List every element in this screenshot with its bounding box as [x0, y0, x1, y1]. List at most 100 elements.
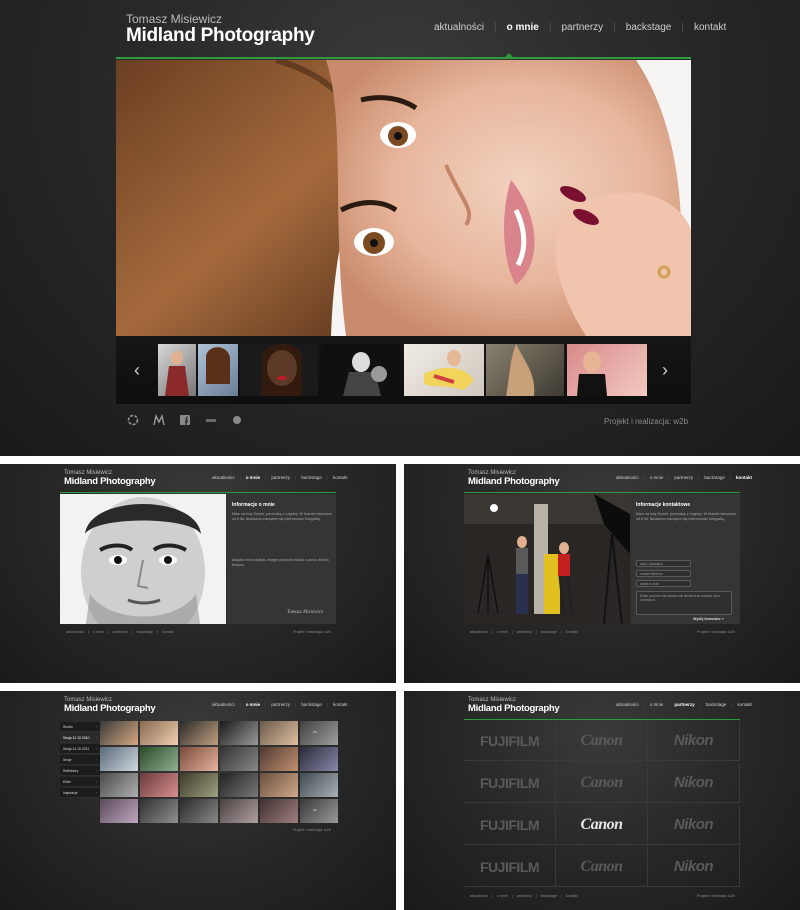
gallery-thumbnail[interactable]	[140, 747, 178, 771]
partner-logo-cell[interactable]: Nikon	[648, 805, 740, 845]
gallery-category-ekler[interactable]: Ekler	[60, 777, 100, 787]
thumbnail-5[interactable]	[404, 344, 484, 396]
gallery-category-studio[interactable]: Studio	[60, 722, 100, 732]
nav-backstage[interactable]: backstage	[704, 475, 725, 480]
partner-logo-cell[interactable]: FUJIFILM	[464, 805, 556, 845]
gallery-category-reflectors[interactable]: Reflektory	[60, 766, 100, 776]
gallery-thumbnail[interactable]	[100, 721, 138, 745]
nav-kontakt[interactable]: kontakt	[333, 475, 348, 480]
gallery-thumbnail[interactable]	[140, 721, 178, 745]
partner-logo-cell[interactable]: Canon	[556, 763, 648, 803]
gallery-category-session-1[interactable]: Sesja 12.10.2010	[60, 733, 100, 743]
nav-backstage[interactable]: backstage	[706, 702, 727, 707]
footer-link[interactable]: backstage	[137, 630, 153, 634]
nav-partnerzy[interactable]: partnerzy	[561, 22, 603, 33]
rss-icon[interactable]	[204, 413, 218, 427]
nav-partnerzy[interactable]: partnerzy	[674, 702, 694, 707]
nav-backstage[interactable]: backstage	[301, 475, 322, 480]
gallery-scroll-down[interactable]: ›	[311, 809, 321, 812]
nav-partnerzy[interactable]: partnerzy	[271, 475, 290, 480]
logo-title[interactable]: Midland Photography	[64, 703, 156, 714]
gallery-thumbnail[interactable]	[300, 773, 338, 797]
footer-link[interactable]: o mnie	[93, 630, 104, 634]
nav-aktualnosci[interactable]: aktualności	[212, 702, 235, 707]
gallery-thumbnail[interactable]	[260, 773, 298, 797]
gallery-thumbnail[interactable]	[140, 773, 178, 797]
name-field[interactable]: imię i nazwisko	[636, 560, 691, 567]
nav-kontakt[interactable]: kontakt	[736, 475, 752, 480]
nav-aktualnosci[interactable]: aktualności	[616, 702, 639, 707]
nav-o-mnie[interactable]: o mnie	[507, 22, 539, 33]
gallery-thumbnail[interactable]	[180, 773, 218, 797]
nav-kontakt[interactable]: kontakt	[333, 702, 348, 707]
nav-o-mnie[interactable]: o mnie	[650, 475, 664, 480]
globe-icon[interactable]	[230, 413, 244, 427]
gallery-thumbnail[interactable]	[220, 747, 258, 771]
partner-logo-cell[interactable]: Canon	[556, 805, 648, 845]
gallery-thumbnail[interactable]	[260, 721, 298, 745]
nav-kontakt[interactable]: kontakt	[694, 22, 726, 33]
gallery-thumbnail[interactable]	[140, 799, 178, 823]
nav-backstage[interactable]: backstage	[301, 702, 322, 707]
footer-link[interactable]: kontakt	[162, 630, 174, 634]
footer-link[interactable]: o mnie	[497, 894, 508, 898]
phone-field[interactable]: numer telefonu	[636, 570, 691, 577]
gallery-thumbnail[interactable]	[260, 747, 298, 771]
partner-logo-cell[interactable]: Nikon	[648, 721, 740, 761]
gallery-category-sessions[interactable]: Sesje	[60, 755, 100, 765]
footer-link[interactable]: kontakt	[566, 894, 578, 898]
partner-logo-cell[interactable]: FUJIFILM	[464, 721, 556, 761]
nav-o-mnie[interactable]: o mnie	[246, 475, 261, 480]
circle-icon[interactable]	[126, 413, 140, 427]
nav-aktualnosci[interactable]: aktualności	[616, 475, 639, 480]
strip-next-arrow[interactable]: ›	[662, 360, 668, 381]
footer-link[interactable]: kontakt	[566, 630, 578, 634]
partner-logo-cell[interactable]: FUJIFILM	[464, 847, 556, 887]
nav-o-mnie[interactable]: o mnie	[246, 702, 261, 707]
logo-title[interactable]: Midland Photography	[468, 476, 560, 487]
gallery-category-session-2[interactable]: Sesja 14.10.2011	[60, 744, 100, 754]
gallery-thumbnail[interactable]	[220, 773, 258, 797]
nav-kontakt[interactable]: kontakt	[738, 702, 753, 707]
hero-photo[interactable]	[116, 60, 691, 336]
nav-partnerzy[interactable]: partnerzy	[674, 475, 693, 480]
footer-link[interactable]: aktualności	[470, 630, 488, 634]
footer-link[interactable]: partnerzy	[517, 894, 532, 898]
nav-aktualnosci[interactable]: aktualności	[212, 475, 235, 480]
partner-logo-cell[interactable]: FUJIFILM	[464, 763, 556, 803]
gallery-thumbnail[interactable]	[180, 747, 218, 771]
partner-logo-cell[interactable]: Nikon	[648, 763, 740, 803]
gallery-thumbnail[interactable]	[100, 799, 138, 823]
gallery-thumbnail[interactable]	[100, 773, 138, 797]
nav-partnerzy[interactable]: partnerzy	[271, 702, 290, 707]
logo-title[interactable]: Midland Photography	[126, 25, 315, 47]
submit-button[interactable]: Wyślij formularz »	[693, 617, 724, 621]
partner-logo-cell[interactable]: Canon	[556, 721, 648, 761]
nav-backstage[interactable]: backstage	[626, 22, 672, 33]
logo-title[interactable]: Midland Photography	[64, 476, 156, 487]
footer-link[interactable]: backstage	[541, 630, 557, 634]
gallery-category-inspirations[interactable]: Inspiracje	[60, 788, 100, 798]
nav-o-mnie[interactable]: o mnie	[650, 702, 664, 707]
thumbnail-6[interactable]	[486, 344, 564, 396]
gallery-thumbnail[interactable]	[180, 799, 218, 823]
gallery-thumbnail[interactable]	[180, 721, 218, 745]
footer-link[interactable]: aktualności	[470, 894, 488, 898]
nav-aktualnosci[interactable]: aktualności	[434, 22, 484, 33]
partner-logo-cell[interactable]: Canon	[556, 847, 648, 887]
footer-link[interactable]: partnerzy	[113, 630, 128, 634]
footer-link[interactable]: aktualności	[66, 630, 84, 634]
logo-title[interactable]: Midland Photography	[468, 703, 560, 714]
m-icon[interactable]	[152, 413, 166, 427]
thumbnail-4[interactable]	[321, 344, 401, 396]
strip-prev-arrow[interactable]: ‹	[134, 360, 140, 381]
footer-link[interactable]: o mnie	[497, 630, 508, 634]
thumbnail-1[interactable]	[158, 344, 196, 396]
gallery-thumbnail[interactable]	[220, 721, 258, 745]
thumbnail-2[interactable]	[198, 344, 238, 396]
thumbnail-7[interactable]	[567, 344, 647, 396]
gallery-thumbnail[interactable]	[300, 747, 338, 771]
email-field[interactable]: adres e-mail	[636, 580, 691, 587]
message-field[interactable]: Etiam posuere nisl facilisis nisl tincid…	[636, 591, 732, 615]
footer-link[interactable]: partnerzy	[517, 630, 532, 634]
